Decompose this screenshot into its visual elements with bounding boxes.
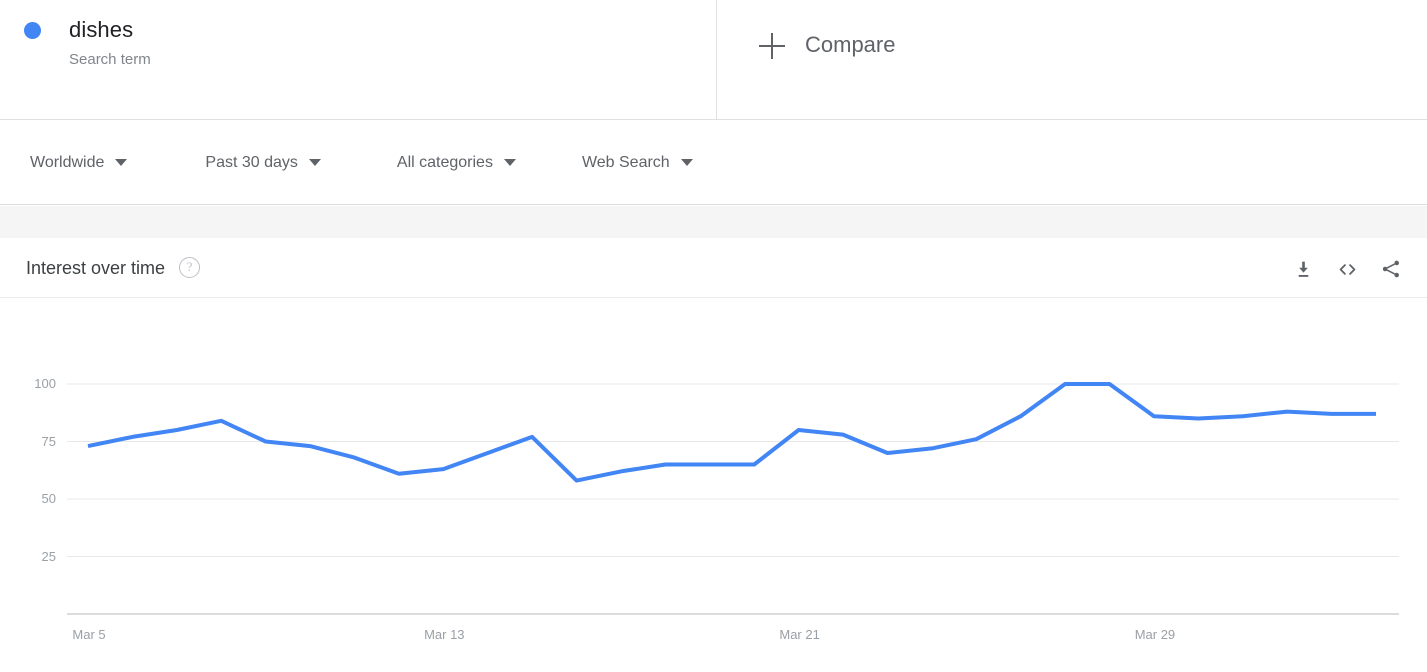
filter-category-label: All categories bbox=[396, 153, 493, 171]
chevron-down-icon bbox=[308, 159, 321, 166]
search-term-bar: dishes Search term Compare bbox=[0, 0, 1427, 120]
x-axis-tick-label: Mar 13 bbox=[424, 627, 465, 642]
y-axis-tick-label: 75 bbox=[41, 433, 56, 449]
search-term-card[interactable]: dishes Search term bbox=[0, 0, 717, 120]
series-color-dot bbox=[24, 22, 41, 39]
filter-search-type-label: Web Search bbox=[581, 153, 670, 171]
card-header: Interest over time ? bbox=[0, 238, 1427, 298]
interest-over-time-card: Interest over time ? 25 50 75 100 Mar 5 … bbox=[0, 238, 1427, 672]
series-line-dishes[interactable] bbox=[87, 382, 1376, 483]
download-csv-button[interactable] bbox=[1281, 252, 1325, 286]
filter-bar: Worldwide Past 30 days All categories We… bbox=[0, 121, 1427, 205]
plus-icon bbox=[759, 33, 785, 59]
filter-time-range[interactable]: Past 30 days bbox=[205, 153, 321, 173]
filter-location[interactable]: Worldwide bbox=[30, 153, 128, 173]
chevron-down-icon bbox=[503, 159, 516, 166]
filter-category[interactable]: All categories bbox=[397, 153, 516, 173]
x-axis-tick-label: Mar 5 bbox=[72, 627, 106, 642]
embed-button[interactable] bbox=[1325, 252, 1369, 286]
interest-over-time-chart: 25 50 75 100 Mar 5 Mar 13 Mar 21 Mar 29 bbox=[0, 298, 1427, 672]
filter-time-range-label: Past 30 days bbox=[205, 153, 298, 171]
search-term-text: dishes Search term bbox=[69, 16, 151, 71]
x-axis-tick-label: Mar 21 bbox=[779, 627, 820, 642]
page-title: Interest over time bbox=[26, 257, 166, 278]
chevron-down-icon bbox=[680, 159, 693, 166]
chevron-down-icon bbox=[115, 159, 128, 166]
y-axis-tick-label: 25 bbox=[41, 548, 56, 564]
chart-svg bbox=[67, 382, 1399, 615]
x-axis-tick-label: Mar 29 bbox=[1134, 627, 1176, 642]
search-term-type: Search term bbox=[69, 51, 151, 68]
search-term-label: dishes bbox=[69, 17, 134, 42]
filter-search-type[interactable]: Web Search bbox=[582, 153, 693, 173]
section-separator bbox=[0, 206, 1427, 238]
help-circle-icon[interactable]: ? bbox=[179, 257, 201, 278]
compare-label: Compare bbox=[805, 32, 896, 57]
google-trends-page: dishes Search term Compare Worldwide Pas… bbox=[0, 0, 1427, 672]
card-actions bbox=[1281, 252, 1413, 286]
y-axis-tick-label: 100 bbox=[34, 376, 56, 391]
share-button[interactable] bbox=[1369, 252, 1413, 286]
add-comparison-button[interactable]: Compare bbox=[717, 0, 1427, 119]
filter-location-label: Worldwide bbox=[30, 153, 105, 171]
y-axis-tick-label: 50 bbox=[41, 491, 56, 506]
